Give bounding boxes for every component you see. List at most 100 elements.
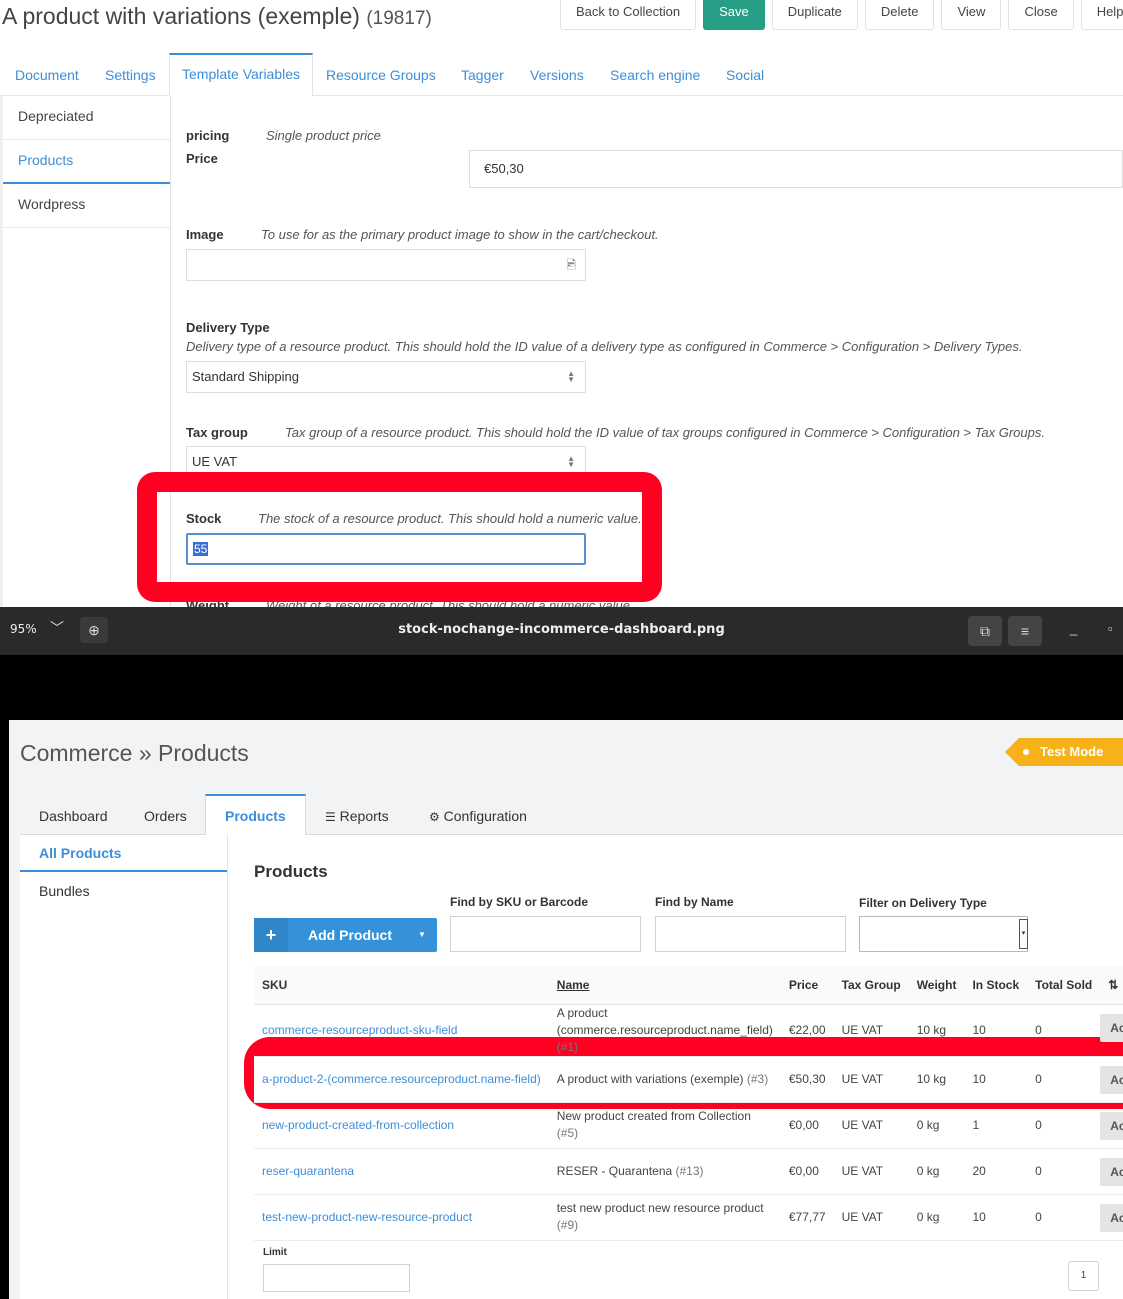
tab-document[interactable]: Document	[15, 53, 79, 96]
limit-input[interactable]	[263, 1264, 410, 1292]
product-sku-link[interactable]: a-product-2-(commerce.resourceproduct.na…	[254, 1056, 549, 1103]
col-in-stock[interactable]: In Stock	[964, 966, 1028, 1005]
actions-button[interactable]: Actions ▾	[1100, 1065, 1123, 1094]
col-name[interactable]: Name	[548, 966, 781, 1005]
product-stock-text: 10	[972, 1071, 986, 1086]
help-button[interactable]: Help	[1080, 0, 1123, 30]
table-row: new-product-created-from-collection New p…	[254, 1102, 1123, 1149]
actions-button[interactable]: Actions ▾	[1100, 1111, 1123, 1140]
view-button[interactable]: View	[941, 0, 1002, 30]
sidebar-item-all-products[interactable]: All Products	[20, 835, 227, 872]
product-tax-group: UE VAT	[833, 1004, 909, 1057]
product-weight: 10 kg	[908, 1004, 965, 1057]
product-sku-link-text: reser-quarantena	[262, 1163, 355, 1178]
product-weight-text: 10 kg	[916, 1071, 947, 1086]
maximize-icon[interactable]: ▫	[1108, 621, 1113, 636]
delivery-type-label: Delivery Type	[186, 320, 270, 335]
product-weight: 10 kg	[908, 1056, 965, 1103]
tab-resource-groups[interactable]: Resource Groups	[326, 53, 436, 96]
product-name: A product with variations (exemple) (#3)	[548, 1056, 781, 1103]
product-price: €0,00	[780, 1148, 834, 1195]
product-total-sold-text: 0	[1035, 1117, 1042, 1132]
product-total-sold-text: 0	[1035, 1071, 1042, 1086]
tab-template-variables[interactable]: Template Variables	[169, 53, 314, 97]
page-1-button[interactable]: 1	[1068, 1261, 1099, 1291]
commerce-tabs: Dashboard Orders Products ☰ Reports ⚙ Co…	[20, 794, 1123, 836]
caret-down-icon[interactable]: ▼	[407, 918, 437, 952]
name-filter-label: Find by Name	[655, 895, 734, 909]
tab-search-engine[interactable]: Search engine	[610, 53, 700, 96]
close-button[interactable]: Close	[1008, 0, 1074, 30]
actions-cell: Actions ▾	[1100, 1148, 1123, 1195]
col-price[interactable]: Price	[780, 966, 834, 1005]
save-button[interactable]: Save	[703, 0, 765, 30]
tab-tagger[interactable]: Tagger	[461, 53, 504, 96]
duplicate-button[interactable]: Duplicate	[771, 0, 858, 30]
price-input[interactable]: €50,30	[469, 150, 1123, 188]
actions-label: Actions	[1110, 1210, 1123, 1225]
table-header-row: SKU Name Price Tax Group Weight In Stock…	[254, 966, 1123, 1005]
tv-tab-wordpress[interactable]: Wordpress	[3, 184, 170, 228]
col-sku[interactable]: SKU	[254, 966, 549, 1005]
product-sku-link[interactable]: test-new-product-new-resource-product	[254, 1194, 549, 1241]
tab-social[interactable]: Social	[726, 53, 764, 96]
minimize-icon[interactable]: _	[1070, 621, 1077, 636]
window-mode-icon[interactable]: ⧉	[968, 616, 1002, 646]
delete-button[interactable]: Delete	[864, 0, 935, 30]
actions-cell: Actions ▾	[1100, 1004, 1123, 1057]
col-tax-group[interactable]: Tax Group	[833, 966, 909, 1005]
resource-id: (19817)	[366, 8, 432, 29]
image-description: To use for as the primary product image …	[261, 227, 659, 242]
tv-tab-depreciated[interactable]: Depreciated	[3, 96, 170, 140]
product-tax-group: UE VAT	[833, 1102, 909, 1149]
image-input[interactable]: 🖻	[186, 249, 586, 281]
plus-icon: +	[254, 918, 288, 952]
sidebar-item-bundles[interactable]: Bundles	[20, 872, 227, 910]
tv-tab-products[interactable]: Products	[3, 140, 170, 184]
product-stock-text: 1	[972, 1117, 980, 1132]
actions-button[interactable]: Actions ▾	[1100, 1203, 1123, 1232]
image-picker-icon[interactable]: 🖻	[566, 250, 576, 280]
product-sku-link[interactable]: commerce-resourceproduct-sku-field	[254, 1004, 549, 1057]
add-product-button[interactable]: + Add Product ▼	[254, 918, 437, 952]
delivery-filter-select[interactable]: ▾	[859, 916, 1028, 952]
actions-button[interactable]: Actions ▾	[1100, 1013, 1123, 1042]
resource-title: A product with variations (exemple)	[2, 3, 360, 29]
product-stock: 1	[964, 1102, 1028, 1149]
tab-settings[interactable]: Settings	[105, 53, 156, 96]
product-total-sold-text: 0	[1035, 1022, 1042, 1037]
table-row: a-product-2-(commerce.resourceproduct.na…	[254, 1056, 1123, 1103]
commerce-panel: Commerce » Products Test Mode Dashboard …	[9, 720, 1123, 1299]
tab-configuration[interactable]: ⚙ Configuration	[429, 794, 527, 835]
tab-orders[interactable]: Orders	[144, 794, 187, 835]
tab-dashboard[interactable]: Dashboard	[39, 794, 108, 835]
delivery-type-select[interactable]: Standard Shipping ▲ ▼	[186, 361, 586, 393]
col-total-sold[interactable]: Total Sold	[1027, 966, 1101, 1005]
product-tax-group-text: UE VAT	[841, 1209, 884, 1224]
tab-products[interactable]: Products	[205, 794, 306, 836]
menu-icon[interactable]: ≡	[1008, 616, 1042, 646]
tab-reports[interactable]: ☰ Reports	[325, 794, 389, 835]
product-weight-text: 0 kg	[916, 1117, 940, 1132]
sku-filter-label: Find by SKU or Barcode	[450, 895, 589, 909]
tab-configuration-label: Configuration	[443, 808, 527, 824]
product-name-text: test new product new resource product	[556, 1201, 764, 1215]
product-sku-link[interactable]: new-product-created-from-collection	[254, 1102, 549, 1149]
col-weight[interactable]: Weight	[908, 966, 965, 1005]
back-to-collection-button[interactable]: Back to Collection	[560, 0, 697, 30]
tab-versions[interactable]: Versions	[530, 53, 584, 96]
product-weight-text: 10 kg	[916, 1022, 947, 1037]
product-sku-link[interactable]: reser-quarantena	[254, 1148, 549, 1195]
name-filter-input[interactable]	[655, 916, 846, 952]
product-name: New product created from Collection (#5)	[548, 1102, 781, 1149]
breadcrumb: Commerce » Products	[20, 740, 249, 766]
stock-input[interactable]: 55	[186, 533, 586, 565]
sort-icon[interactable]: ⇅	[1100, 966, 1123, 1005]
actions-label: Actions	[1110, 1164, 1123, 1179]
price-label: Price	[186, 151, 218, 166]
limit-label: Limit	[263, 1247, 287, 1258]
actions-button[interactable]: Actions ▾	[1100, 1157, 1123, 1186]
stock-description: The stock of a resource product. This sh…	[258, 511, 642, 526]
sku-filter-input[interactable]	[450, 916, 641, 952]
product-id: (#1)	[556, 1039, 579, 1054]
